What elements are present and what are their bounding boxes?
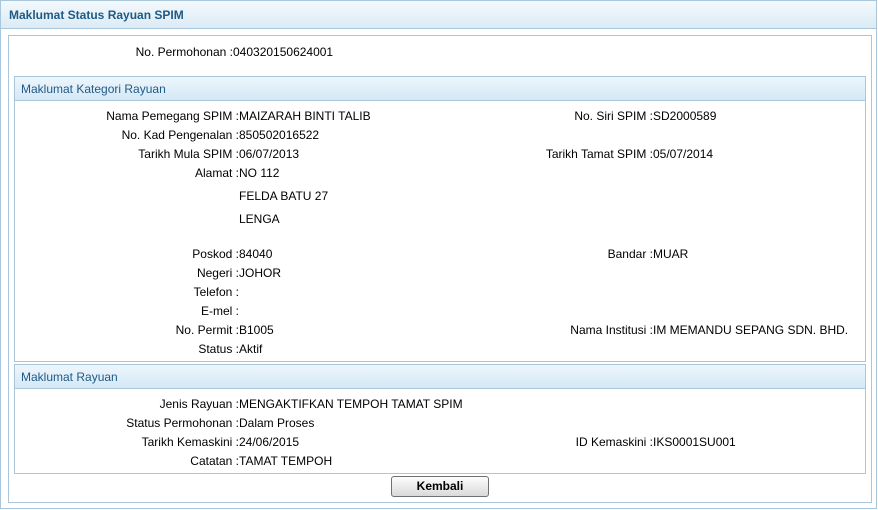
status-value: Aktif [239, 342, 263, 356]
bandar-value: MUAR [653, 247, 689, 261]
kembali-button[interactable]: Kembali [391, 476, 489, 497]
status-permohonan-value: Dalam Proses [239, 416, 315, 430]
nama-label: Nama Pemegang SPIM : [106, 109, 239, 123]
nama-institusi-label: Nama Institusi : [570, 323, 653, 337]
negeri-row: Negeri : JOHOR [15, 265, 867, 281]
emel-label: E-mel : [200, 304, 239, 318]
emel-row: E-mel : [15, 303, 867, 319]
alamat-line3: LENGA [239, 212, 280, 226]
alamat-row: Alamat : NO 112 [15, 165, 867, 181]
alamat-row-3: LENGA [15, 211, 867, 227]
no-kp-value: 850502016522 [239, 128, 320, 142]
alamat-line2: FELDA BATU 27 [239, 189, 329, 203]
status-panel: Maklumat Status Rayuan SPIM No. Permohon… [0, 0, 877, 509]
status-permohonan-row: Status Permohonan : Dalam Proses [15, 415, 867, 431]
negeri-value: JOHOR [239, 266, 281, 280]
alamat-line1: NO 112 [239, 166, 280, 180]
nama-row: Nama Pemegang SPIM : MAIZARAH BINTI TALI… [15, 108, 867, 124]
telefon-label: Telefon : [193, 285, 239, 299]
content-box: No. Permohonan : 040320150624001 Makluma… [8, 35, 872, 503]
rayuan-section: Maklumat Rayuan Jenis Rayuan : MENGAKTIF… [14, 364, 866, 474]
kategori-section-title: Maklumat Kategori Rayuan [15, 77, 865, 101]
rayuan-section-title: Maklumat Rayuan [15, 365, 865, 389]
permohonan-label: No. Permohonan : [135, 45, 233, 59]
panel-title: Maklumat Status Rayuan SPIM [1, 1, 876, 29]
id-kemaskini-value: IKS0001SU001 [653, 435, 736, 449]
status-permohonan-label: Status Permohonan : [126, 416, 239, 430]
tarikh-kemaskini-value: 24/06/2015 [239, 435, 300, 449]
tarikh-mula-value: 06/07/2013 [239, 147, 300, 161]
tarikh-tamat-label: Tarikh Tamat SPIM : [545, 147, 653, 161]
no-permit-label: No. Permit : [175, 323, 239, 337]
jenis-value: MENGAKTIFKAN TEMPOH TAMAT SPIM [239, 397, 463, 411]
alamat-label: Alamat : [194, 166, 239, 180]
jenis-row: Jenis Rayuan : MENGAKTIFKAN TEMPOH TAMAT… [15, 396, 867, 412]
nama-institusi-value: IM MEMANDU SEPANG SDN. BHD. [653, 323, 849, 337]
status-row: Status : Aktif [15, 341, 867, 357]
permohonan-row: No. Permohonan : 040320150624001 [9, 44, 873, 60]
poskod-value: 84040 [239, 247, 273, 261]
alamat-row-2: FELDA BATU 27 [15, 188, 867, 204]
no-siri-value: SD2000589 [653, 109, 717, 123]
no-siri-label: No. Siri SPIM : [574, 109, 653, 123]
no-permit-value: B1005 [239, 323, 274, 337]
nama-value: MAIZARAH BINTI TALIB [239, 109, 371, 123]
tarikh-kemaskini-label: Tarikh Kemaskini : [141, 435, 239, 449]
catatan-row: Catatan : TAMAT TEMPOH [15, 453, 867, 469]
no-kp-row: No. Kad Pengenalan : 850502016522 [15, 127, 867, 143]
jenis-label: Jenis Rayuan : [159, 397, 239, 411]
status-label: Status : [198, 342, 239, 356]
tarikh-tamat-value: 05/07/2014 [653, 147, 714, 161]
poskod-row: Poskod : 84040 Bandar : MUAR [15, 246, 867, 262]
tarikh-mula-label: Tarikh Mula SPIM : [138, 147, 239, 161]
poskod-label: Poskod : [192, 247, 239, 261]
catatan-label: Catatan : [190, 454, 239, 468]
negeri-label: Negeri : [196, 266, 239, 280]
permohonan-value: 040320150624001 [233, 45, 334, 59]
permit-row: No. Permit : B1005 Nama Institusi : IM M… [15, 322, 867, 338]
telefon-row: Telefon : [15, 284, 867, 300]
kategori-section: Maklumat Kategori Rayuan Nama Pemegang S… [14, 76, 866, 362]
tarikh-row: Tarikh Mula SPIM : 06/07/2013 Tarikh Tam… [15, 146, 867, 162]
id-kemaskini-label: ID Kemaskini : [575, 435, 653, 449]
no-kp-label: No. Kad Pengenalan : [121, 128, 239, 142]
catatan-value: TAMAT TEMPOH [239, 454, 333, 468]
bandar-label: Bandar : [607, 247, 653, 261]
kemaskini-row: Tarikh Kemaskini : 24/06/2015 ID Kemaski… [15, 434, 867, 450]
